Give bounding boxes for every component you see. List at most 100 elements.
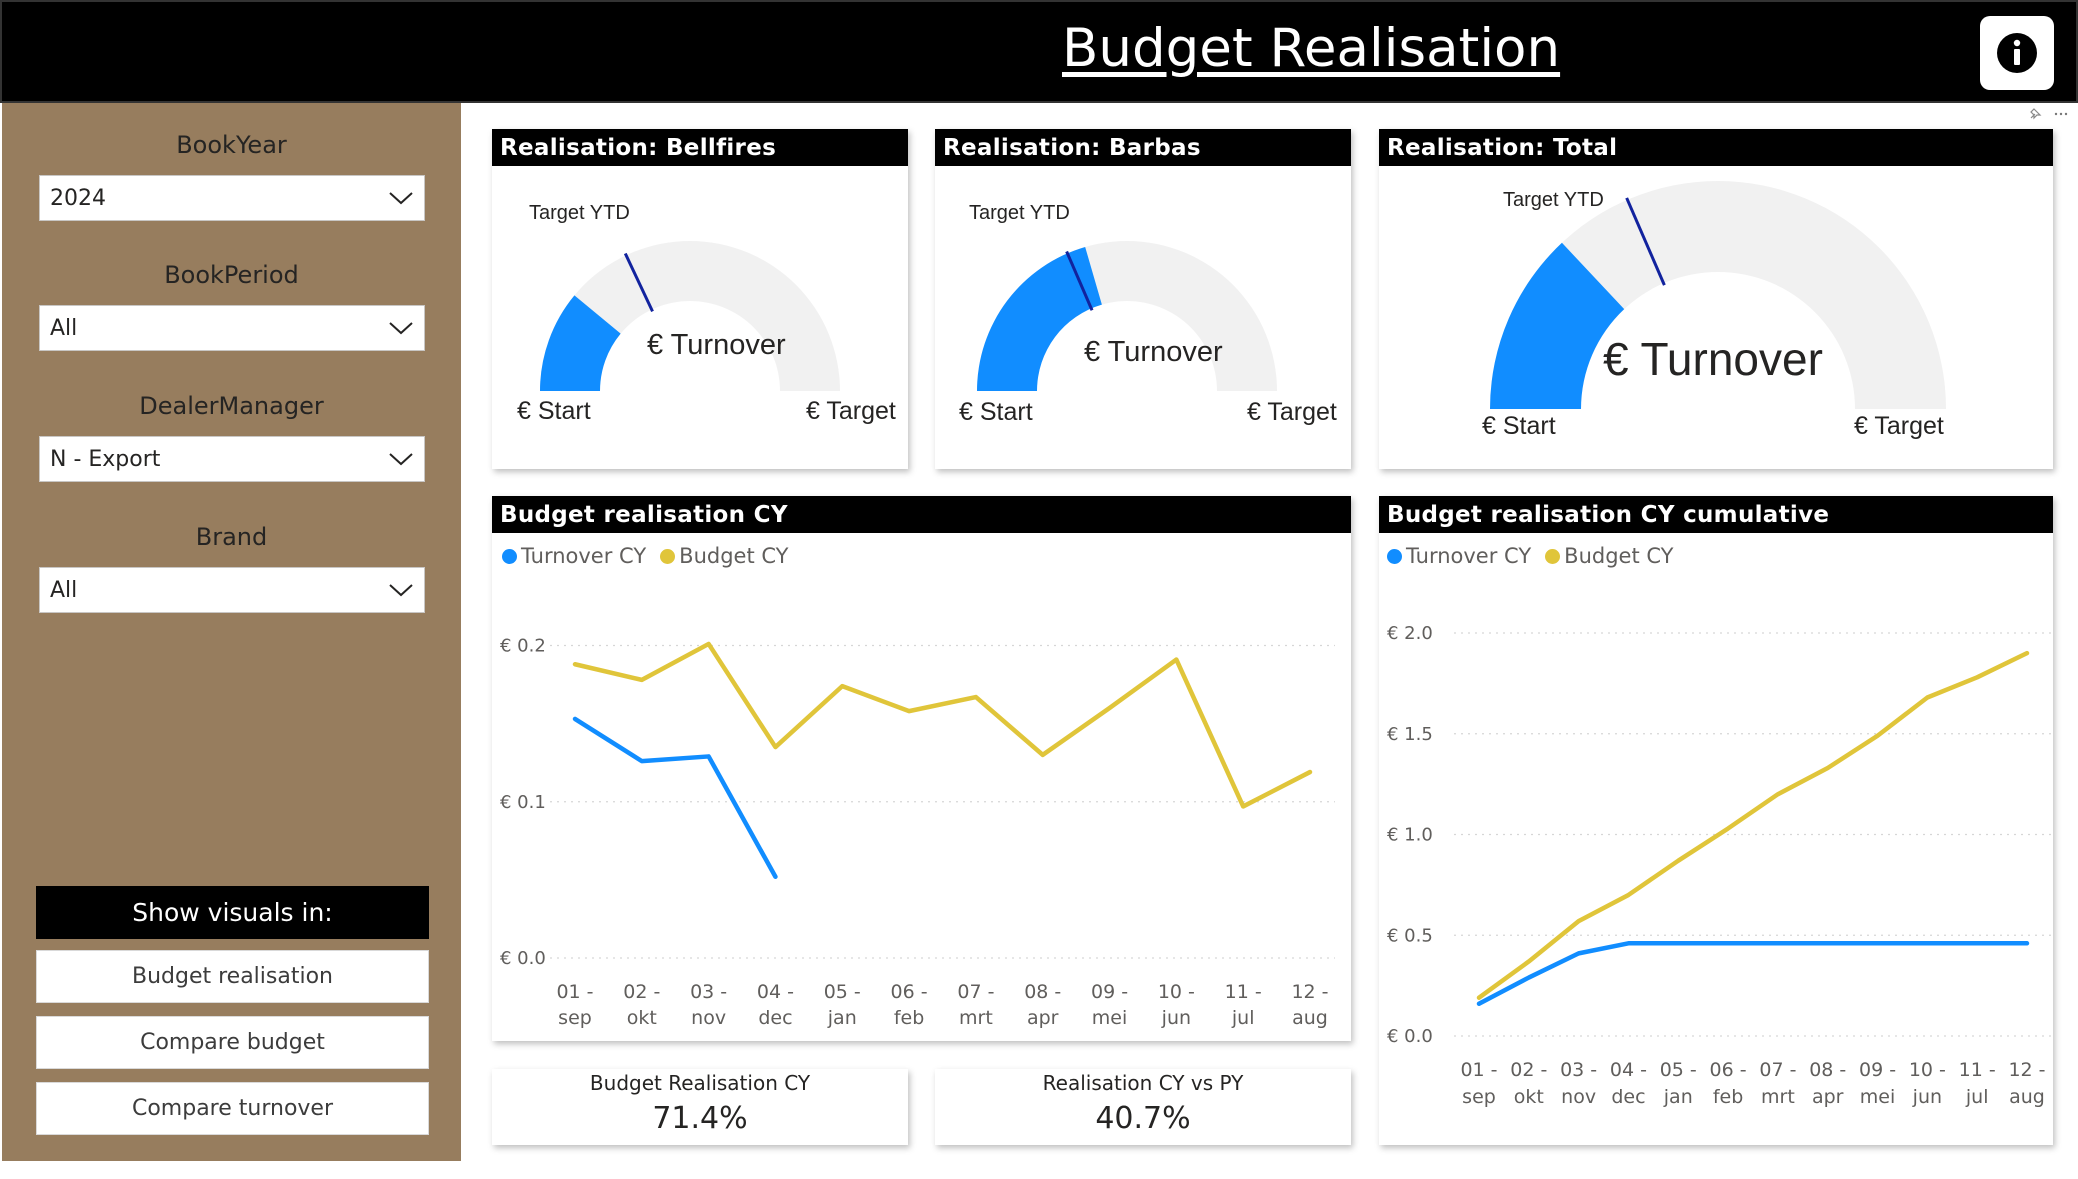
y-tick-label: € 1.0 [1387, 825, 1433, 846]
x-tick-label: jun [1161, 1007, 1191, 1029]
pin-icon[interactable] [2028, 107, 2042, 121]
x-tick-label: sep [1462, 1086, 1496, 1108]
x-tick-label: jul [1231, 1007, 1255, 1029]
x-tick-label: 05 - [1660, 1059, 1697, 1081]
x-tick-label: apr [1027, 1007, 1059, 1029]
x-tick-label: 09 - [1859, 1059, 1896, 1081]
compare-turnover-button[interactable]: Compare turnover [36, 1082, 429, 1135]
compare-budget-button[interactable]: Compare budget [36, 1016, 429, 1069]
info-icon [1997, 33, 2037, 73]
chevron-down-icon [389, 192, 413, 205]
bookperiod-dropdown[interactable]: All [39, 305, 425, 351]
gauge-target-label: € Target [1247, 398, 1337, 426]
x-tick-label: 08 - [1809, 1059, 1846, 1081]
gauge-fill [977, 246, 1102, 391]
x-tick-label: nov [1561, 1086, 1596, 1108]
x-tick-label: 05 - [824, 981, 861, 1003]
y-tick-label: € 0.5 [1387, 925, 1433, 946]
x-tick-label: apr [1812, 1086, 1844, 1108]
y-tick-label: € 2.0 [1387, 623, 1433, 644]
x-tick-label: 10 - [1158, 981, 1195, 1003]
gauge-center-label: € Turnover [647, 329, 786, 361]
gauge-card-bellfires[interactable]: Realisation: Bellfires Target YTD € Turn… [492, 129, 908, 469]
series-line-budget[interactable] [1476, 650, 2030, 1000]
x-tick-label: 06 - [891, 981, 928, 1003]
dropdown-value: All [50, 315, 78, 341]
gauge-chart [1490, 181, 1946, 409]
cumulative-chart-card[interactable]: Budget realisation CY cumulative Turnove… [1379, 496, 2053, 1145]
dashboard: Budget Realisation BookYear 2024 BookPer… [0, 0, 2078, 1179]
card-title: Realisation: Total [1379, 129, 2053, 166]
series-line-turnover[interactable] [1476, 941, 2030, 1007]
x-tick-label: 02 - [623, 981, 660, 1003]
header-bar: Budget Realisation [0, 0, 2078, 103]
kpi-value: 71.4% [652, 1101, 748, 1136]
dropdown-value: 2024 [50, 185, 106, 211]
gauge-start-label: € Start [959, 398, 1033, 426]
target-ytd-label: Target YTD [969, 202, 1070, 224]
x-tick-label: dec [758, 1007, 792, 1029]
more-options-icon[interactable] [2054, 107, 2068, 121]
x-tick-label: aug [1292, 1007, 1328, 1029]
monthly-chart-card[interactable]: Budget realisation CY Turnover CY Budget… [492, 496, 1351, 1041]
kpi-label: Realisation CY vs PY [1042, 1071, 1244, 1095]
x-tick-label: jun [1912, 1086, 1942, 1108]
dropdown-value: All [50, 577, 78, 603]
kpi-card-budget-realisation[interactable]: Budget Realisation CY 71.4% [492, 1069, 908, 1145]
x-tick-label: aug [2009, 1086, 2045, 1108]
x-tick-label: 11 - [1225, 981, 1262, 1003]
y-tick-label: € 1.5 [1387, 724, 1433, 745]
bookyear-dropdown[interactable]: 2024 [39, 175, 425, 221]
x-tick-label: mrt [959, 1007, 993, 1029]
x-tick-label: jan [827, 1007, 857, 1029]
series-line-budget[interactable] [572, 641, 1313, 809]
x-tick-label: 01 - [1460, 1059, 1497, 1081]
x-tick-label: jan [1663, 1086, 1693, 1108]
x-tick-label: nov [691, 1007, 726, 1029]
gauge-center-label: € Turnover [1603, 333, 1823, 385]
chevron-down-icon [389, 322, 413, 335]
dropdown-value: N - Export [50, 446, 161, 472]
x-tick-label: 07 - [957, 981, 994, 1003]
gauge-start-label: € Start [1482, 412, 1556, 440]
x-tick-label: 06 - [1710, 1059, 1747, 1081]
x-tick-label: okt [627, 1007, 657, 1029]
kpi-label: Budget Realisation CY [589, 1071, 811, 1095]
budget-realisation-button[interactable]: Budget realisation [36, 950, 429, 1003]
y-tick-label: € 0.0 [1387, 1026, 1433, 1047]
x-tick-label: sep [558, 1007, 592, 1029]
x-tick-label: dec [1611, 1086, 1645, 1108]
x-tick-label: 04 - [757, 981, 794, 1003]
x-tick-label: okt [1514, 1086, 1544, 1108]
gauge-card-barbas[interactable]: Realisation: Barbas Target YTD € Turnove… [935, 129, 1351, 469]
x-tick-label: mei [1860, 1086, 1895, 1108]
gauge-target-label: € Target [806, 397, 896, 425]
chevron-down-icon [389, 584, 413, 597]
dealermanager-dropdown[interactable]: N - Export [39, 436, 425, 482]
info-button[interactable] [1980, 16, 2054, 90]
card-title: Realisation: Bellfires [492, 129, 908, 166]
card-title: Realisation: Barbas [935, 129, 1351, 166]
target-ytd-label: Target YTD [1503, 189, 1604, 211]
x-tick-label: 01 - [556, 981, 593, 1003]
filter-label-bookyear: BookYear [176, 131, 287, 159]
y-tick-label: € 0.2 [500, 636, 546, 657]
x-tick-label: 03 - [690, 981, 727, 1003]
filter-label-bookperiod: BookPeriod [164, 261, 299, 289]
x-tick-label: 07 - [1759, 1059, 1796, 1081]
x-tick-label: 08 - [1024, 981, 1061, 1003]
y-tick-label: € 0.1 [500, 792, 546, 813]
x-tick-label: 09 - [1091, 981, 1128, 1003]
series-line-turnover[interactable] [572, 716, 778, 879]
kpi-card-realisation-vs-py[interactable]: Realisation CY vs PY 40.7% [935, 1069, 1351, 1145]
x-tick-label: 04 - [1610, 1059, 1647, 1081]
x-tick-label: feb [894, 1007, 924, 1029]
x-tick-label: mei [1092, 1007, 1127, 1029]
chevron-down-icon [389, 453, 413, 466]
brand-dropdown[interactable]: All [39, 567, 425, 613]
gauge-card-total[interactable]: Realisation: Total Target YTD € Turnover… [1379, 129, 2053, 469]
gauge-target-label: € Target [1854, 412, 1944, 440]
x-tick-label: 03 - [1560, 1059, 1597, 1081]
cumulative-line-chart: € 0.0 € 0.5 € 1.0 € 1.5 € 2.0 01 - sep 02 - okt 0… [1387, 623, 2052, 1108]
y-tick-label: € 0.0 [500, 948, 546, 969]
